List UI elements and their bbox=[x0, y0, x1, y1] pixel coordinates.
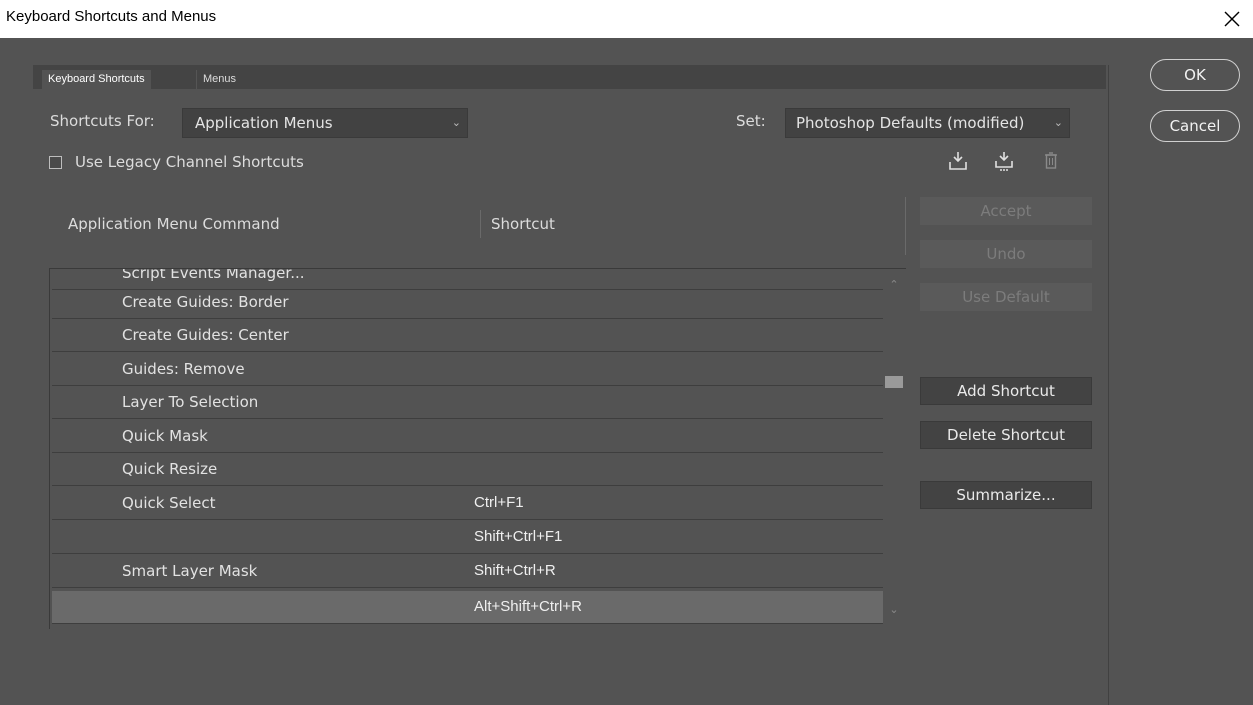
row-command: Quick Mask bbox=[122, 427, 208, 445]
scroll-down-icon[interactable]: ⌄ bbox=[884, 603, 904, 617]
column-header-command[interactable]: Application Menu Command bbox=[68, 215, 280, 233]
chevron-down-icon: ⌄ bbox=[1053, 116, 1063, 129]
row-shortcut: Shift+Ctrl+R bbox=[474, 562, 556, 579]
scroll-up-icon[interactable]: ⌃ bbox=[884, 278, 904, 292]
row-command: Script Events Manager... bbox=[122, 268, 305, 282]
row-shortcut[interactable]: Alt+Shift+Ctrl+R bbox=[474, 598, 582, 615]
table-row[interactable]: Create Guides: Border bbox=[52, 286, 883, 319]
row-shortcut: Shift+Ctrl+F1 bbox=[474, 528, 563, 545]
delete-set-icon[interactable] bbox=[1040, 150, 1062, 172]
save-set-icon[interactable] bbox=[947, 150, 969, 172]
use-default-button[interactable]: Use Default bbox=[920, 283, 1092, 311]
tab-strip bbox=[33, 65, 1106, 89]
list-scrollbar[interactable] bbox=[884, 270, 904, 628]
row-shortcut: Ctrl+F1 bbox=[474, 494, 524, 511]
shortcuts-for-value: Application Menus bbox=[195, 114, 333, 132]
row-command: Create Guides: Border bbox=[122, 293, 289, 311]
ok-button[interactable]: OK bbox=[1150, 59, 1240, 91]
row-command: Smart Layer Mask bbox=[122, 562, 258, 580]
scroll-thumb[interactable] bbox=[885, 376, 903, 388]
set-value: Photoshop Defaults (modified) bbox=[796, 114, 1025, 132]
summarize-button[interactable]: Summarize... bbox=[920, 481, 1092, 509]
cancel-button[interactable]: Cancel bbox=[1150, 110, 1240, 142]
legacy-checkbox[interactable] bbox=[49, 156, 62, 169]
legacy-label: Use Legacy Channel Shortcuts bbox=[75, 153, 304, 171]
tab-keyboard-shortcuts[interactable]: Keyboard Shortcuts bbox=[42, 70, 151, 89]
close-icon[interactable] bbox=[1221, 8, 1243, 30]
column-divider bbox=[480, 210, 481, 238]
table-row[interactable]: Quick Mask bbox=[52, 420, 883, 453]
add-shortcut-button[interactable]: Add Shortcut bbox=[920, 377, 1092, 405]
table-row[interactable]: Shift+Ctrl+F1 bbox=[52, 521, 883, 554]
row-command: Quick Select bbox=[122, 494, 216, 512]
undo-button[interactable]: Undo bbox=[920, 240, 1092, 268]
row-command: Layer To Selection bbox=[122, 393, 259, 411]
table-row[interactable]: Quick Select Ctrl+F1 bbox=[52, 487, 883, 520]
chevron-down-icon: ⌄ bbox=[451, 116, 461, 129]
accept-button[interactable]: Accept bbox=[920, 197, 1092, 225]
table-row[interactable]: Smart Layer Mask Shift+Ctrl+R bbox=[52, 555, 883, 588]
table-row-selected[interactable]: Alt+Shift+Ctrl+R bbox=[52, 591, 883, 624]
table-row[interactable]: Layer To Selection bbox=[52, 386, 883, 419]
tab-menus[interactable]: Menus bbox=[196, 70, 242, 89]
set-dropdown[interactable]: Photoshop Defaults (modified) ⌄ bbox=[785, 108, 1070, 138]
set-label: Set: bbox=[736, 112, 766, 130]
table-row[interactable]: Guides: Remove bbox=[52, 353, 883, 386]
table-row[interactable]: Create Guides: Center bbox=[52, 319, 883, 352]
table-row[interactable]: Quick Resize bbox=[52, 453, 883, 486]
window-title: Keyboard Shortcuts and Menus bbox=[6, 8, 217, 25]
save-as-set-icon[interactable] bbox=[993, 150, 1015, 172]
shortcut-list[interactable]: Script Events Manager... Create Guides: … bbox=[49, 268, 906, 629]
header-divider bbox=[905, 197, 906, 255]
row-command: Guides: Remove bbox=[122, 360, 245, 378]
title-bar: Keyboard Shortcuts and Menus bbox=[0, 0, 1253, 38]
row-command: Create Guides: Center bbox=[122, 326, 289, 344]
shortcuts-for-label: Shortcuts For: bbox=[50, 112, 155, 130]
shortcuts-for-dropdown[interactable]: Application Menus ⌄ bbox=[182, 108, 468, 138]
delete-shortcut-button[interactable]: Delete Shortcut bbox=[920, 421, 1092, 449]
column-header-shortcut[interactable]: Shortcut bbox=[491, 215, 555, 233]
row-command: Quick Resize bbox=[122, 460, 218, 478]
